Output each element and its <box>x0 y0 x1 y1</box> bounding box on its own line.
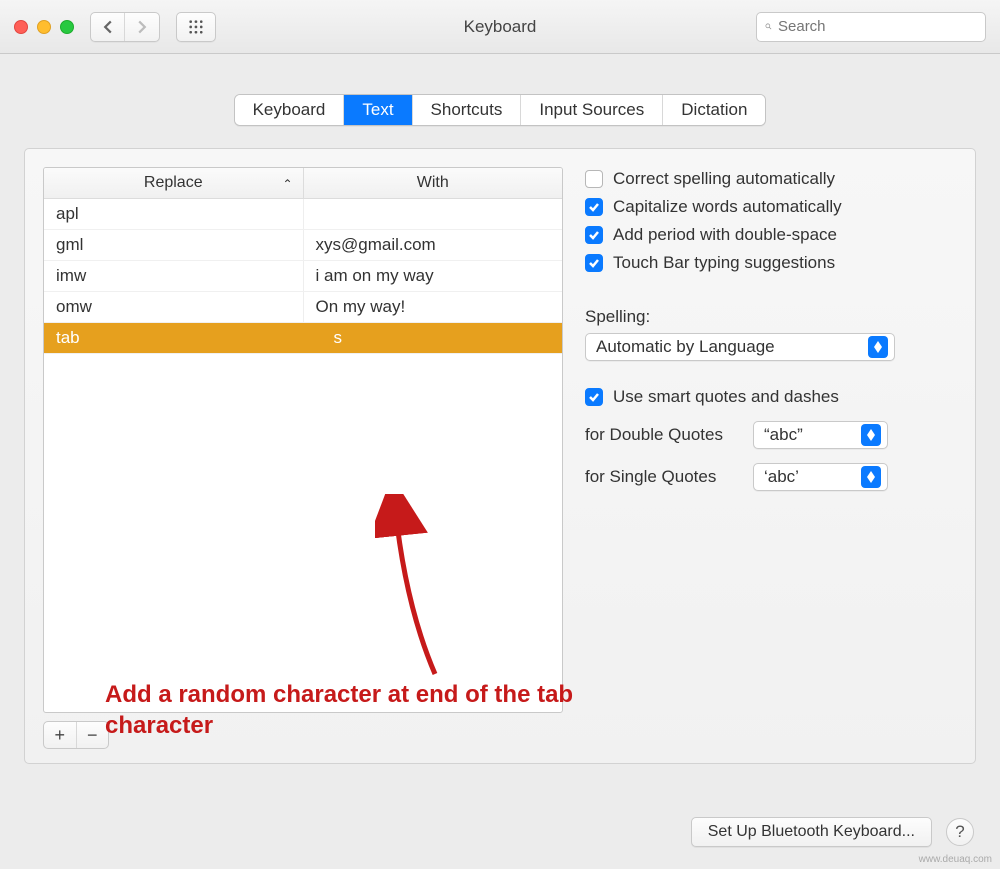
double-quotes-value: “abc” <box>764 425 803 445</box>
spelling-label: Spelling: <box>585 307 957 327</box>
table-row[interactable]: omw On my way! <box>44 292 562 323</box>
option-label: Add period with double-space <box>613 225 837 245</box>
cell-with: i am on my way <box>304 261 563 291</box>
options-panel: Correct spelling automatically Capitaliz… <box>585 167 957 749</box>
checkbox[interactable] <box>585 226 603 244</box>
cell-with: On my way! <box>304 292 563 322</box>
cell-replace: gml <box>44 230 304 260</box>
cell-replace: tab <box>44 323 286 353</box>
table-row[interactable]: gml xys@gmail.com <box>44 230 562 261</box>
spelling-dropdown[interactable]: Automatic by Language <box>585 333 895 361</box>
minimize-window-button[interactable] <box>37 20 51 34</box>
grid-icon <box>188 19 204 35</box>
cell-with: s <box>286 323 563 353</box>
checkbox[interactable] <box>585 198 603 216</box>
checkbox[interactable] <box>585 254 603 272</box>
checkbox[interactable] <box>585 388 603 406</box>
attribution-watermark: www.deuaq.com <box>919 854 992 865</box>
col-with[interactable]: With <box>304 168 563 198</box>
checkbox[interactable] <box>585 170 603 188</box>
table-row-selected[interactable]: tab s <box>44 323 562 354</box>
option-touch-bar[interactable]: Touch Bar typing suggestions <box>585 253 957 273</box>
table-row[interactable]: apl <box>44 199 562 230</box>
single-quotes-value: ‘abc’ <box>764 467 799 487</box>
cell-replace: omw <box>44 292 304 322</box>
option-smart-quotes[interactable]: Use smart quotes and dashes <box>585 387 957 407</box>
tab-input-sources[interactable]: Input Sources <box>521 95 663 125</box>
tab-keyboard[interactable]: Keyboard <box>235 95 345 125</box>
help-button[interactable]: ? <box>946 818 974 846</box>
dropdown-arrows-icon <box>861 424 881 446</box>
cell-replace: apl <box>44 199 304 229</box>
search-icon <box>765 19 772 34</box>
tab-text[interactable]: Text <box>344 95 412 125</box>
single-quotes-label: for Single Quotes <box>585 467 743 487</box>
option-label: Use smart quotes and dashes <box>613 387 839 407</box>
window-controls <box>14 20 74 34</box>
col-replace-label: Replace <box>144 174 203 191</box>
tab-dictation[interactable]: Dictation <box>663 95 765 125</box>
tabs-container: Keyboard Text Shortcuts Input Sources Di… <box>0 94 1000 126</box>
col-with-label: With <box>417 174 449 191</box>
replacements-panel: Replace ⌃ With apl gml xys@gmail.com <box>43 167 563 749</box>
forward-button[interactable] <box>125 13 159 41</box>
content-panel: Replace ⌃ With apl gml xys@gmail.com <box>24 148 976 764</box>
option-correct-spelling[interactable]: Correct spelling automatically <box>585 169 957 189</box>
cell-replace: imw <box>44 261 304 291</box>
show-all-prefs-button[interactable] <box>176 12 216 42</box>
nav-back-forward <box>90 12 160 42</box>
double-quotes-row: for Double Quotes “abc” <box>585 421 957 449</box>
search-input[interactable] <box>778 18 977 35</box>
add-replacement-button[interactable]: + <box>44 722 77 748</box>
table-row[interactable]: imw i am on my way <box>44 261 562 292</box>
double-quotes-dropdown[interactable]: “abc” <box>753 421 888 449</box>
remove-replacement-button[interactable]: − <box>77 722 109 748</box>
replacements-table: Replace ⌃ With apl gml xys@gmail.com <box>43 167 563 713</box>
option-label: Correct spelling automatically <box>613 169 835 189</box>
pref-tabs: Keyboard Text Shortcuts Input Sources Di… <box>234 94 767 126</box>
close-window-button[interactable] <box>14 20 28 34</box>
option-add-period[interactable]: Add period with double-space <box>585 225 957 245</box>
spelling-value: Automatic by Language <box>596 337 775 357</box>
window-titlebar: Keyboard <box>0 0 1000 54</box>
sort-indicator-icon: ⌃ <box>282 177 292 191</box>
back-button[interactable] <box>91 13 125 41</box>
footer: Set Up Bluetooth Keyboard... ? <box>691 817 974 847</box>
table-body: apl gml xys@gmail.com imw i am on my way… <box>44 199 562 712</box>
col-replace[interactable]: Replace ⌃ <box>44 168 304 198</box>
maximize-window-button[interactable] <box>60 20 74 34</box>
double-quotes-label: for Double Quotes <box>585 425 743 445</box>
table-header: Replace ⌃ With <box>44 168 562 199</box>
search-field[interactable] <box>756 12 986 42</box>
cell-with: xys@gmail.com <box>304 230 563 260</box>
option-capitalize[interactable]: Capitalize words automatically <box>585 197 957 217</box>
cell-with <box>304 199 563 229</box>
option-label: Capitalize words automatically <box>613 197 842 217</box>
option-label: Touch Bar typing suggestions <box>613 253 835 273</box>
single-quotes-dropdown[interactable]: ‘abc’ <box>753 463 888 491</box>
add-remove-group: + − <box>43 721 109 749</box>
dropdown-arrows-icon <box>861 466 881 488</box>
single-quotes-row: for Single Quotes ‘abc’ <box>585 463 957 491</box>
setup-bluetooth-button[interactable]: Set Up Bluetooth Keyboard... <box>691 817 932 847</box>
tab-shortcuts[interactable]: Shortcuts <box>413 95 522 125</box>
dropdown-arrows-icon <box>868 336 888 358</box>
